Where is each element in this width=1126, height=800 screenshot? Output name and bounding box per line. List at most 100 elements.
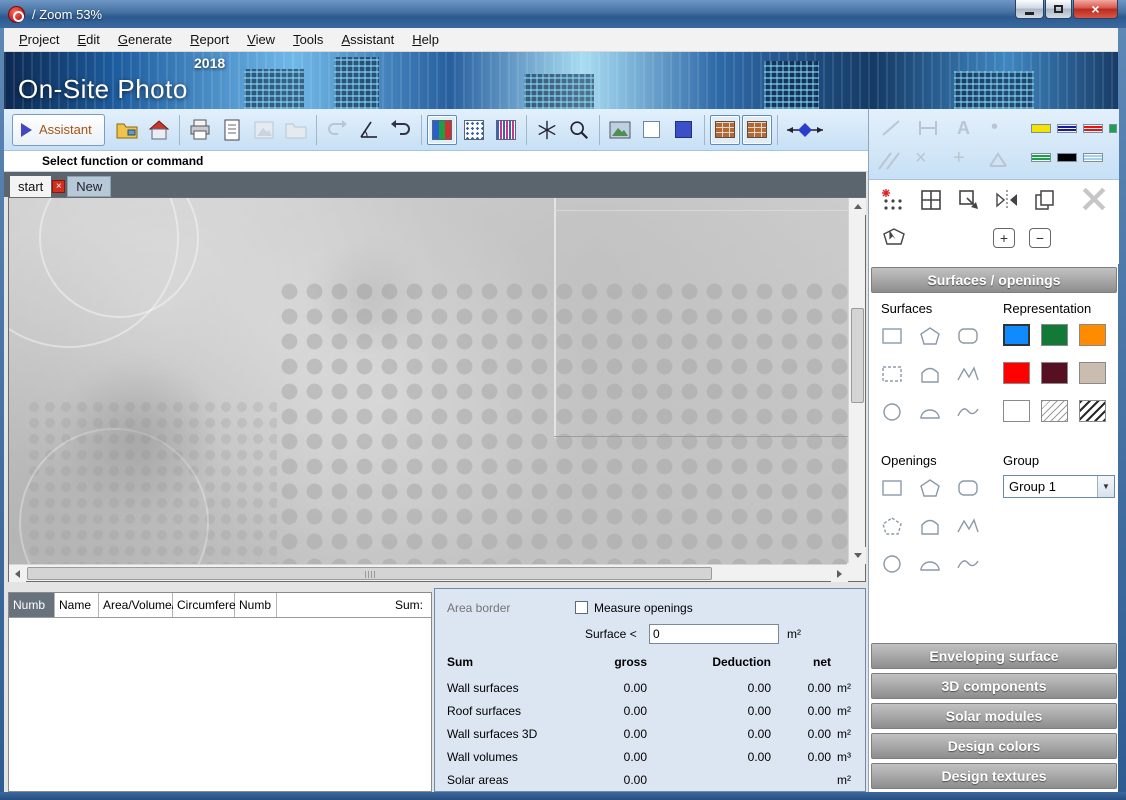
tab-start[interactable]: start <box>10 176 52 197</box>
color-display-button[interactable] <box>426 114 457 145</box>
surface-input[interactable] <box>649 624 779 644</box>
3d-components-button[interactable]: 3D components <box>871 673 1117 699</box>
redo-button[interactable] <box>386 115 416 145</box>
enveloping-surface-button[interactable]: Enveloping surface <box>871 643 1117 669</box>
measure-line-button[interactable] <box>783 115 827 145</box>
zoom-out-button[interactable]: − <box>1029 228 1051 248</box>
pen-color-black[interactable] <box>1057 153 1077 162</box>
menu-project[interactable]: Project <box>10 29 68 50</box>
dither-display-button[interactable] <box>459 115 489 145</box>
import-photo-button[interactable] <box>144 115 174 145</box>
photo-canvas[interactable] <box>9 198 848 564</box>
surfaces-openings-header[interactable]: Surfaces / openings <box>871 267 1117 293</box>
vertical-scroll-thumb[interactable] <box>851 308 864 403</box>
surface-shape-pentagon[interactable] <box>913 321 947 351</box>
tab-new[interactable]: New <box>67 176 112 197</box>
pen-color-blue[interactable] <box>1057 124 1077 133</box>
representation-hatch-dark[interactable] <box>1079 400 1106 422</box>
select-shape-icon[interactable] <box>881 226 907 250</box>
delete-x-icon[interactable] <box>1081 186 1107 212</box>
scroll-right-button[interactable] <box>831 565 848 582</box>
scroll-left-button[interactable] <box>9 565 26 582</box>
chevron-down-icon[interactable]: ▼ <box>1097 476 1114 497</box>
representation-color-tan[interactable] <box>1079 362 1106 384</box>
column-header-area[interactable]: Area/Volume/ <box>99 593 175 617</box>
window-grid-icon[interactable] <box>919 188 943 212</box>
representation-color-green[interactable] <box>1041 324 1068 346</box>
photo-view-button[interactable] <box>605 115 635 145</box>
extract-shape-icon[interactable] <box>957 188 981 212</box>
opening-shape-circle[interactable] <box>875 549 909 579</box>
menu-report[interactable]: Report <box>181 29 238 50</box>
report-button[interactable] <box>217 115 247 145</box>
surface-shape-dome[interactable] <box>913 397 947 427</box>
column-header-name[interactable]: Name <box>55 593 99 617</box>
zoom-tool-button[interactable] <box>564 115 594 145</box>
horizontal-scrollbar[interactable] <box>9 564 848 582</box>
maximize-button[interactable] <box>1045 0 1072 19</box>
angle-button[interactable] <box>354 115 384 145</box>
close-button[interactable]: × <box>1073 0 1118 19</box>
surface-shape-rounded-rect[interactable] <box>951 321 985 351</box>
opening-shape-rounded-rect[interactable] <box>951 473 985 503</box>
surface-shape-wave[interactable] <box>951 397 985 427</box>
pen-color-lightblue[interactable] <box>1083 153 1103 162</box>
opening-shape-pentagon[interactable] <box>913 473 947 503</box>
pen-color-yellow[interactable] <box>1031 124 1051 133</box>
horizontal-scroll-thumb[interactable] <box>27 567 712 580</box>
solar-modules-button[interactable]: Solar modules <box>871 703 1117 729</box>
column-header-numb2[interactable]: Numb <box>235 593 277 617</box>
zoom-in-button[interactable]: + <box>993 228 1015 248</box>
reference-points-button[interactable] <box>532 115 562 145</box>
minimize-button[interactable] <box>1015 0 1044 19</box>
column-header-numb[interactable]: Numb <box>9 593 55 617</box>
opening-shape-polygon[interactable] <box>875 511 909 541</box>
opening-shape-zigzag[interactable] <box>951 511 985 541</box>
opening-shape-rect[interactable] <box>875 473 909 503</box>
copy-icon[interactable] <box>1033 188 1057 212</box>
magnifier-icon <box>570 120 588 139</box>
open-photo-button[interactable] <box>112 115 142 145</box>
new-points-icon[interactable] <box>881 188 905 212</box>
plain-view-button[interactable] <box>637 115 667 145</box>
close-tab-icon[interactable]: × <box>52 179 66 193</box>
scroll-up-button[interactable] <box>849 198 866 215</box>
representation-color-orange[interactable] <box>1079 324 1106 346</box>
menu-view[interactable]: View <box>238 29 284 50</box>
representation-color-maroon[interactable] <box>1041 362 1068 384</box>
surface-shape-arch[interactable] <box>913 359 947 389</box>
group-dropdown[interactable]: Group 1 ▼ <box>1003 475 1115 498</box>
representation-color-blue[interactable] <box>1003 324 1030 346</box>
pen-color-red[interactable] <box>1083 124 1103 133</box>
menu-generate[interactable]: Generate <box>109 29 181 50</box>
stripe-display-button[interactable] <box>491 115 521 145</box>
pen-color-green2[interactable] <box>1031 153 1051 162</box>
opening-shape-dome[interactable] <box>913 549 947 579</box>
representation-color-white[interactable] <box>1003 400 1030 422</box>
column-header-circumference[interactable]: Circumfere <box>173 593 236 617</box>
design-colors-button[interactable]: Design colors <box>871 733 1117 759</box>
texture-view-button[interactable] <box>709 114 740 145</box>
representation-hatch-light[interactable] <box>1041 400 1068 422</box>
surface-shape-polygon[interactable] <box>875 359 909 389</box>
surface-shape-circle[interactable] <box>875 397 909 427</box>
menu-assistant[interactable]: Assistant <box>332 29 403 50</box>
surface-shape-rect[interactable] <box>875 321 909 351</box>
color-view-button[interactable] <box>669 115 699 145</box>
menu-help[interactable]: Help <box>403 29 448 50</box>
opening-shape-arch[interactable] <box>913 511 947 541</box>
assistant-button[interactable]: Assistant <box>12 113 105 146</box>
scroll-down-button[interactable] <box>849 547 866 564</box>
vertical-scrollbar[interactable] <box>848 198 866 564</box>
measure-openings-checkbox[interactable] <box>575 601 588 614</box>
texture-edit-button[interactable] <box>741 114 772 145</box>
mirror-icon[interactable] <box>995 188 1019 212</box>
surface-shape-zigzag[interactable] <box>951 359 985 389</box>
menu-tools[interactable]: Tools <box>284 29 332 50</box>
opening-shape-wave[interactable] <box>951 549 985 579</box>
representation-color-red[interactable] <box>1003 362 1030 384</box>
menu-edit[interactable]: Edit <box>68 29 108 50</box>
print-button[interactable] <box>185 115 215 145</box>
design-textures-button[interactable]: Design textures <box>871 763 1117 789</box>
pen-color-green[interactable] <box>1109 124 1117 133</box>
